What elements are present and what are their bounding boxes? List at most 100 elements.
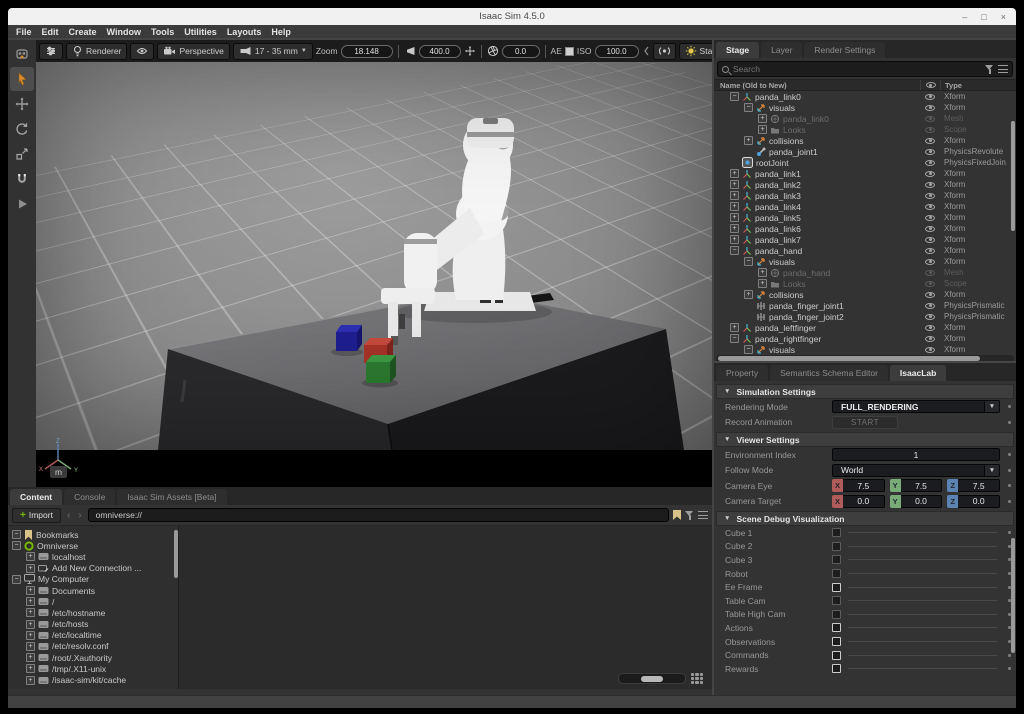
tree-item-localhost[interactable]: +localhost [8, 551, 178, 562]
reset-indicator[interactable] [1004, 500, 1014, 503]
collapse-icon[interactable]: − [744, 345, 753, 354]
stage-horizontal-scrollbar[interactable] [716, 355, 1014, 361]
stage-row-looks[interactable]: +LooksScope [714, 278, 1016, 289]
visibility-eye-icon[interactable] [920, 94, 940, 100]
menu-tools[interactable]: Tools [146, 27, 179, 37]
camera-perspective-button[interactable]: Perspective [157, 43, 229, 60]
tree-item-add-new-connection[interactable]: +Add New Connection ... [8, 563, 178, 574]
cube3-checkbox[interactable] [832, 555, 841, 564]
menu-create[interactable]: Create [64, 27, 102, 37]
stage-lights-button[interactable]: Stage Lights [679, 43, 712, 60]
viewport-3d-scene[interactable] [36, 62, 712, 450]
tree-item-bookmarks[interactable]: −Bookmarks [8, 529, 178, 540]
collapse-icon[interactable]: − [12, 575, 21, 584]
stage-row-panda_joint1[interactable]: panda_joint1PhysicsRevolute [714, 146, 1016, 157]
stage-row-panda_leftfinger[interactable]: +panda_leftfingerXform [714, 322, 1016, 333]
expand-icon[interactable]: + [26, 586, 35, 595]
camera-eye-z-field[interactable]: Z7.5 [947, 479, 1000, 492]
debug-slider[interactable] [848, 559, 997, 560]
pan-move-icon[interactable] [464, 45, 476, 57]
zoom-value-field[interactable]: 18.148 [341, 45, 393, 58]
tree-item-root-drive[interactable]: +/ [8, 596, 178, 607]
expand-icon[interactable]: + [730, 169, 739, 178]
forward-button[interactable]: › [76, 510, 83, 521]
visibility-eye-icon[interactable] [920, 314, 940, 320]
reset-indicator[interactable] [1004, 453, 1014, 456]
visibility-eye-icon[interactable] [920, 303, 940, 309]
expand-icon[interactable]: + [26, 664, 35, 673]
tab-stage[interactable]: Stage [716, 42, 759, 58]
rendering-mode-dropdown[interactable]: FULL_RENDERING▼ [832, 400, 1000, 413]
expand-icon[interactable]: + [26, 597, 35, 606]
menu-window[interactable]: Window [102, 27, 146, 37]
tree-item-etc-localtime[interactable]: +/etc/localtime [8, 630, 178, 641]
scale-tool-button[interactable] [10, 142, 34, 166]
stage-row-collisions[interactable]: +collisionsXform [714, 289, 1016, 300]
reset-indicator[interactable] [1004, 654, 1014, 657]
camera-eye-x-field[interactable]: X7.5 [832, 479, 885, 492]
expand-icon[interactable]: + [758, 125, 767, 134]
expand-icon[interactable]: + [730, 235, 739, 244]
expand-icon[interactable]: + [758, 268, 767, 277]
tree-item-etc-resolv-conf[interactable]: +/etc/resolv.conf [8, 641, 178, 652]
column-type[interactable]: Type [940, 80, 1016, 90]
tree-item-root-xauthority[interactable]: +/root/.Xauthority [8, 652, 178, 663]
tree-item-tmp-x11-unix[interactable]: +/tmp/.X11-unix [8, 663, 178, 674]
stage-row-panda_link0-mesh[interactable]: +panda_link0Mesh [714, 113, 1016, 124]
visibility-eye-icon[interactable] [920, 171, 940, 177]
stage-row-visuals[interactable]: −visualsXform [714, 344, 1016, 355]
visibility-button[interactable] [130, 43, 154, 60]
capture-button[interactable] [653, 43, 676, 60]
table-cam-checkbox[interactable] [832, 596, 841, 605]
stage-row-panda_link7[interactable]: +panda_link7Xform [714, 234, 1016, 245]
options-menu-icon[interactable] [998, 65, 1008, 73]
visibility-eye-icon[interactable] [920, 215, 940, 221]
visibility-eye-icon[interactable] [920, 347, 940, 353]
tab-layer[interactable]: Layer [761, 42, 802, 58]
stage-row-rootjoint[interactable]: rootJointPhysicsFixedJoin [714, 157, 1016, 168]
path-input[interactable] [88, 508, 669, 522]
tree-item-isaac-sim-kit-cache[interactable]: +/isaac-sim/kit/cache [8, 674, 178, 685]
section-scene-debug-visualization[interactable]: ▼ Scene Debug Visualization [716, 511, 1014, 526]
content-grid-area[interactable] [178, 526, 712, 689]
expand-icon[interactable]: + [730, 180, 739, 189]
rewards-checkbox[interactable] [832, 664, 841, 673]
tree-item-etc-hostname[interactable]: +/etc/hostname [8, 607, 178, 618]
viewport-options-button[interactable] [39, 43, 63, 60]
expand-icon[interactable]: + [730, 191, 739, 200]
visibility-eye-icon[interactable] [920, 193, 940, 199]
close-button[interactable]: × [1001, 12, 1006, 22]
camera-target-z-field[interactable]: Z0.0 [947, 495, 1000, 508]
lens-button[interactable]: 17 - 35 mm▼ [233, 43, 313, 60]
grid-view-icon[interactable] [691, 673, 703, 684]
stage-row-visuals[interactable]: −visualsXform [714, 102, 1016, 113]
visibility-eye-icon[interactable] [920, 138, 940, 144]
expand-icon[interactable]: + [730, 224, 739, 233]
snap-tool-button[interactable] [10, 167, 34, 191]
visibility-eye-icon[interactable] [920, 336, 940, 342]
expand-icon[interactable]: + [744, 290, 753, 299]
debug-slider[interactable] [848, 573, 997, 574]
section-viewer-settings[interactable]: ▼ Viewer Settings [716, 432, 1014, 447]
debug-slider[interactable] [848, 668, 997, 669]
robot-checkbox[interactable] [832, 569, 841, 578]
camera-target-x-field[interactable]: X0.0 [832, 495, 885, 508]
minimize-button[interactable]: – [962, 12, 967, 22]
start-record-button[interactable]: START [832, 416, 898, 429]
visibility-eye-icon[interactable] [920, 226, 940, 232]
actions-checkbox[interactable] [832, 623, 841, 632]
stage-row-panda_finger_joint2[interactable]: panda_finger_joint2PhysicsPrismatic [714, 311, 1016, 322]
debug-slider[interactable] [848, 587, 997, 588]
tab-property[interactable]: Property [716, 365, 768, 381]
import-button[interactable]: +Import [12, 508, 61, 523]
speed-value-field[interactable]: 400.0 [419, 45, 461, 58]
visibility-eye-icon[interactable] [920, 237, 940, 243]
visibility-eye-icon[interactable] [920, 182, 940, 188]
tab-render-settings[interactable]: Render Settings [804, 42, 885, 58]
debug-slider[interactable] [848, 546, 997, 547]
thumbnail-size-slider[interactable] [618, 673, 686, 684]
column-visibility[interactable] [920, 80, 940, 90]
stage-row-panda_link0[interactable]: −panda_link0Xform [714, 91, 1016, 102]
tab-content[interactable]: Content [10, 489, 62, 505]
visibility-eye-icon[interactable] [920, 149, 940, 155]
